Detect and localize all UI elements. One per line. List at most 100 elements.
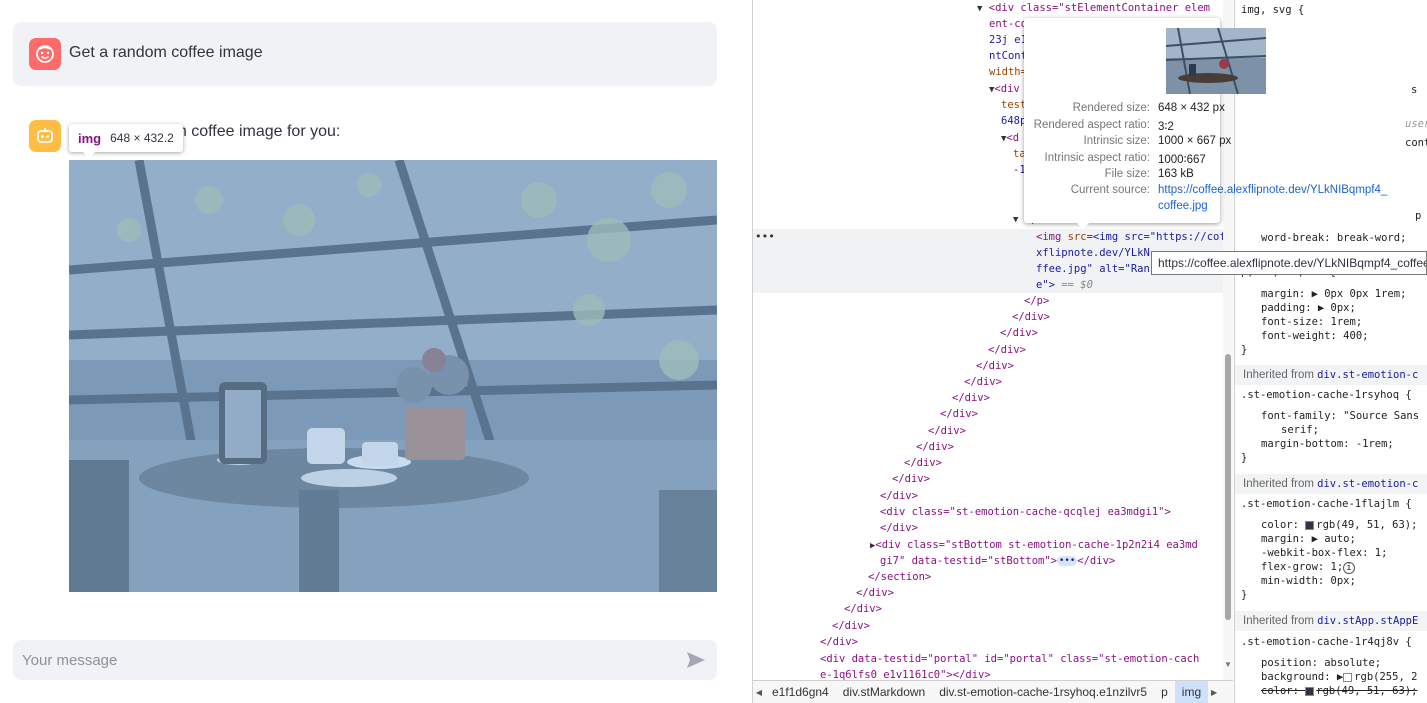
inherited-from-link[interactable]: div.stApp.stAppE xyxy=(1317,615,1418,627)
breadcrumb-item[interactable]: e1f1d6gn4 xyxy=(765,681,836,703)
breadcrumb-item[interactable]: p xyxy=(1154,681,1175,703)
css-property[interactable]: padding: ▶ 0px; xyxy=(1261,302,1356,316)
breadcrumb-right-icon[interactable]: ▶ xyxy=(1208,688,1220,697)
css-value[interactable]: rgb(255, 2 xyxy=(1354,671,1417,683)
dom-node-close: </div> xyxy=(916,441,954,453)
tooltip-size: 648 × 432.2 xyxy=(110,131,174,145)
dom-node-close: </div> xyxy=(892,473,930,485)
css-property[interactable]: font-family: "Source Sans xyxy=(1261,410,1419,424)
breadcrumb-item[interactable]: div.st-emotion-cache-1rsyhoq.e1nzilvr5 xyxy=(932,681,1154,703)
css-property[interactable]: -webkit-box-flex: 1; xyxy=(1261,547,1387,561)
dom-node-close: </div> xyxy=(856,587,894,599)
css-rule-close: } xyxy=(1241,589,1248,601)
css-property[interactable]: word-break: break-word; xyxy=(1261,232,1406,246)
css-property[interactable]: color: xyxy=(1261,519,1299,531)
image-thumbnail xyxy=(1166,28,1266,94)
file-size-label: File size: xyxy=(1104,168,1150,180)
css-fragment: s xyxy=(1411,84,1418,96)
css-rule-selector[interactable]: .st-emotion-cache-1r4qj8v { xyxy=(1241,636,1412,650)
info-icon[interactable]: i xyxy=(1343,562,1355,574)
intrinsic-aspect-row: Intrinsic aspect ratio: 1000∶667 xyxy=(1024,152,1220,169)
dom-node-close: </div> xyxy=(1012,311,1050,323)
inherited-from-bar: Inherited from div.stApp.stAppE xyxy=(1235,611,1427,631)
css-fragment: user xyxy=(1405,118,1427,130)
css-property[interactable]: min-width: 0px; xyxy=(1261,575,1356,589)
dom-node-continuation: 648p xyxy=(1001,115,1027,127)
rendered-size-label: Rendered size: xyxy=(1072,102,1150,114)
dom-node-continuation: ffee.jpg" alt="Ran xyxy=(1036,263,1150,275)
dom-node-close: </div> xyxy=(832,620,870,632)
dom-node-continuation: gi7" data-testid="stBottom"> xyxy=(880,555,1058,567)
css-rule-close: } xyxy=(1241,344,1248,356)
dom-node-continuation: ntCont xyxy=(989,50,1027,62)
dom-node-close: </div> xyxy=(1000,327,1038,339)
dom-node-img[interactable]: <img src="https://coffee.ale xyxy=(1093,231,1223,243)
color-swatch-icon[interactable] xyxy=(1343,672,1353,682)
dom-node-continuation: e-1q6lfs0 e1v1161c0"></div> xyxy=(820,669,991,680)
css-rule-selector[interactable]: .st-emotion-cache-1rsyhoq { xyxy=(1241,389,1412,403)
breadcrumb-item[interactable]: div.stMarkdown xyxy=(836,681,932,703)
css-property[interactable]: font-size: 1rem; xyxy=(1261,316,1362,330)
elements-scrollbar-thumb[interactable] xyxy=(1225,354,1231,620)
dom-node-div[interactable]: <div xyxy=(994,83,1019,95)
breadcrumb-left-icon[interactable]: ◀ xyxy=(753,688,765,697)
dom-node-close: </div> xyxy=(880,522,918,534)
console-ref: == $0 xyxy=(1061,279,1093,291)
user-message: Get a random coffee image xyxy=(13,22,717,86)
breadcrumb: ◀ e1f1d6gn4 div.stMarkdown div.st-emotio… xyxy=(753,680,1233,703)
rendered-aspect-value: 3∶2 xyxy=(1158,121,1174,133)
dom-node-stbottom[interactable]: <div class="stBottom st-emotion-cache-1p… xyxy=(875,539,1197,551)
css-fragment: p xyxy=(1415,210,1422,222)
dom-node-close: </div> xyxy=(988,344,1026,356)
inherited-from-link[interactable]: div.st-emotion-c xyxy=(1317,369,1418,381)
css-property[interactable]: position: absolute; xyxy=(1261,657,1381,671)
css-property[interactable]: font-weight: 400; xyxy=(1261,330,1368,344)
css-property-cont: serif; xyxy=(1281,424,1319,436)
css-property[interactable]: margin-bottom: -1rem; xyxy=(1261,438,1394,452)
current-source-row-cont: coffee.jpg xyxy=(1024,200,1220,217)
css-property[interactable]: flex-grow: 1; xyxy=(1261,561,1343,573)
dom-node-qcqlej[interactable]: <div class="st-emotion-cache-qcqlej ea3m… xyxy=(880,504,1171,520)
chat-input-placeholder: Your message xyxy=(22,652,118,669)
dom-node-close: </div> xyxy=(928,425,966,437)
dom-node-element-container[interactable]: <div class="stElementContainer elem xyxy=(989,2,1210,14)
current-source-label: Current source: xyxy=(1070,184,1150,196)
collapsed-content-icon[interactable]: ••• xyxy=(1057,556,1078,566)
inherited-from-link[interactable]: div.st-emotion-c xyxy=(1317,478,1418,490)
css-property-overridden[interactable]: color: xyxy=(1261,685,1299,697)
dom-node-continuation: ent-co xyxy=(989,18,1027,30)
scroll-down-icon[interactable]: ▼ xyxy=(1224,660,1232,669)
user-avatar-icon xyxy=(29,38,61,70)
css-value[interactable]: rgb(49, 51, 63); xyxy=(1316,519,1417,531)
chat-app: Get a random coffee image Here's a rando… xyxy=(0,0,752,703)
chat-input[interactable]: Your message xyxy=(13,640,717,680)
css-rule-close: } xyxy=(1241,452,1248,464)
dom-node-portal[interactable]: <div data-testid="portal" id="portal" cl… xyxy=(820,651,1199,667)
breadcrumb-item-active[interactable]: img xyxy=(1174,681,1209,703)
inherited-from-label: Inherited from xyxy=(1243,369,1314,381)
color-swatch-icon[interactable] xyxy=(1305,686,1315,696)
css-rule-selector[interactable]: .st-emotion-cache-1flajlm { xyxy=(1241,498,1412,512)
current-source-link[interactable]: https://coffee.alexflipnote.dev/YLkNIBqm… xyxy=(1158,184,1387,196)
collapse-triangle-icon[interactable]: ▼ xyxy=(977,4,982,14)
dom-node-div[interactable]: <d xyxy=(1006,132,1019,144)
css-rule-selector[interactable]: img, svg { xyxy=(1241,4,1304,18)
element-size-tooltip: img 648 × 432.2 xyxy=(69,124,183,158)
css-property[interactable]: background: ▶ xyxy=(1261,671,1343,683)
more-options-icon[interactable]: ••• xyxy=(755,229,775,245)
color-swatch-icon[interactable] xyxy=(1305,520,1315,530)
dom-node-continuation: width= xyxy=(989,66,1027,78)
dom-node-close: </div> xyxy=(964,376,1002,388)
intrinsic-size-row: Intrinsic size: 1000 × 667 px xyxy=(1024,135,1232,152)
dom-node-close: </div> xyxy=(952,392,990,404)
inherited-from-label: Inherited from xyxy=(1243,478,1314,490)
css-value[interactable]: rgb(49, 51, 63); xyxy=(1316,685,1417,697)
url-tooltip: https://coffee.alexflipnote.dev/YLkNIBqm… xyxy=(1151,251,1427,275)
css-property[interactable]: margin: ▶ 0px 0px 1rem; xyxy=(1261,288,1406,302)
current-source-link-cont[interactable]: coffee.jpg xyxy=(1158,200,1208,212)
send-icon[interactable] xyxy=(686,651,706,674)
rendered-aspect-label: Rendered aspect ratio: xyxy=(1033,119,1150,131)
collapse-triangle-icon[interactable]: ▼ xyxy=(1013,215,1018,225)
file-size-row: File size: 163 kB xyxy=(1024,168,1220,185)
css-property[interactable]: margin: ▶ auto; xyxy=(1261,533,1356,547)
